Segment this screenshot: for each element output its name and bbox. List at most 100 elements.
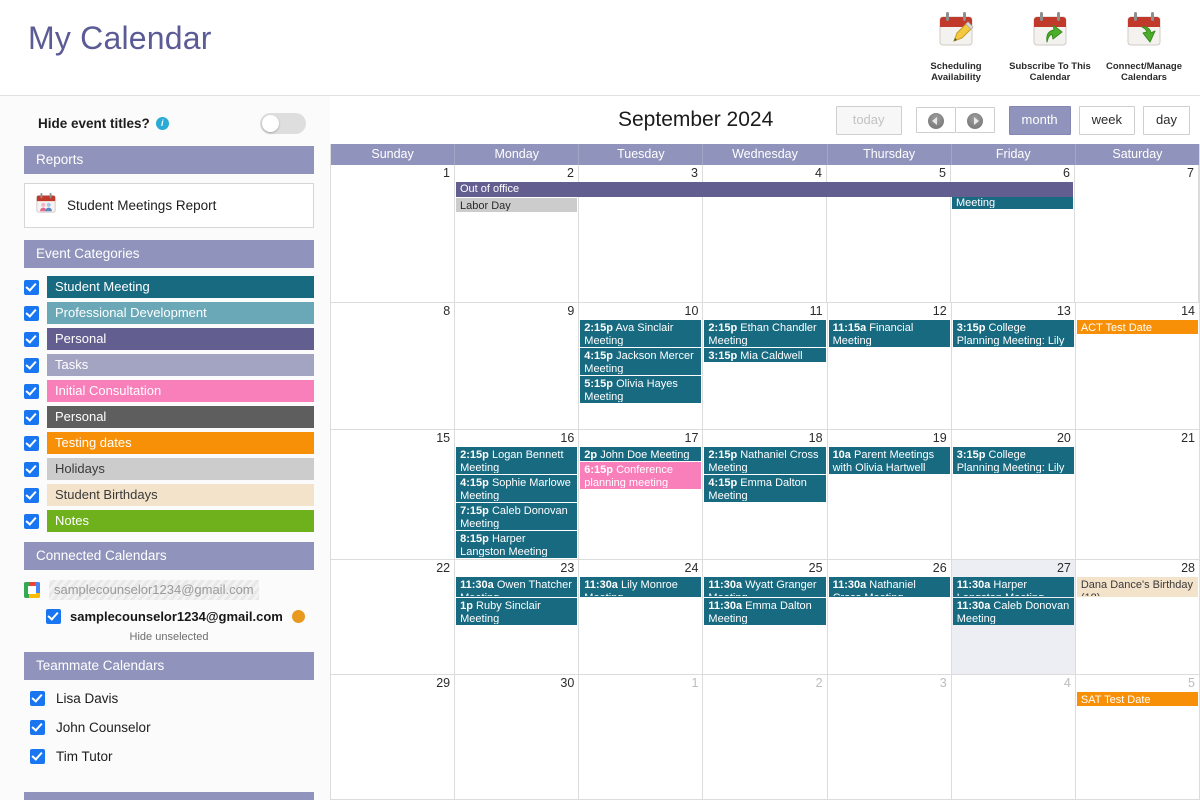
calendar-day-cell[interactable]: 8 — [331, 303, 456, 429]
day-number: 5 — [1188, 676, 1195, 690]
calendar-event[interactable]: 6:15p Conference planning meeting — [580, 462, 702, 489]
calendar-event[interactable]: 3:15p Mia Caldwell — [704, 348, 826, 362]
next-month-button[interactable] — [955, 107, 995, 133]
calendar-day-cell[interactable]: 5 SAT Test Date — [1076, 675, 1199, 799]
calendar-event[interactable]: 8:15p Harper Langston Meeting — [456, 531, 578, 558]
calendar-day-cell[interactable]: 24 11:30a Lily Monroe Meeting — [579, 560, 704, 674]
category-label[interactable]: Student Birthdays — [47, 484, 314, 506]
calendar-event[interactable]: 10a Parent Meetings with Olivia Hartwell — [828, 447, 950, 474]
calendar-event[interactable]: ACT Test Date — [1076, 320, 1198, 334]
teammate-checkbox[interactable] — [30, 720, 45, 735]
category-label[interactable]: Student Meeting — [47, 276, 314, 298]
calendar-event[interactable]: 2:15p Ava Sinclair Meeting — [580, 320, 702, 347]
connected-subcalendar-checkbox[interactable] — [46, 609, 61, 624]
view-button-day[interactable]: day — [1143, 105, 1190, 135]
calendar-event[interactable]: 2:15p Nathaniel Cross Meeting — [704, 447, 826, 474]
calendar-day-cell[interactable]: 19 10a Parent Meetings with Olivia Hartwe… — [828, 430, 952, 559]
category-checkbox[interactable] — [24, 357, 39, 373]
view-button-week[interactable]: week — [1078, 105, 1136, 135]
calendar-day-cell[interactable]: 7 — [1075, 165, 1199, 302]
category-label[interactable]: Testing dates — [47, 432, 314, 454]
calendar-event[interactable]: 3:15p College Planning Meeting: Lily and… — [952, 320, 1074, 347]
hide-unselected-link[interactable]: Hide unselected — [24, 631, 314, 643]
today-button[interactable]: today — [835, 105, 902, 135]
calendar-day-cell[interactable]: 18 2:15p Nathaniel Cross Meeting 4:15p Emm… — [703, 430, 828, 559]
calendar-event[interactable]: Dana Dance's Birthday (18) — [1076, 577, 1198, 597]
category-label[interactable]: Personal — [47, 406, 314, 428]
calendar-day-cell[interactable]: 25 11:30a Wyatt Granger Meeting11:30a Emm… — [703, 560, 828, 674]
calendar-day-cell[interactable]: 4 — [952, 675, 1076, 799]
calendar-day-cell[interactable]: 21 — [1076, 430, 1199, 559]
calendar-event[interactable]: 2:15p Logan Bennett Meeting — [456, 447, 578, 474]
day-number: 2 — [815, 676, 823, 690]
connect-manage-calendars-button[interactable]: Connect/Manage Calendars — [1102, 8, 1186, 83]
calendar-day-cell[interactable]: 16 2:15p Logan Bennett Meeting 4:15p Sophi… — [455, 430, 580, 559]
category-checkbox[interactable] — [24, 383, 39, 399]
calendar-day-cell[interactable]: 22 — [331, 560, 456, 674]
calendar-event[interactable]: 11:30a Wyatt Granger Meeting — [704, 577, 826, 597]
scheduling-availability-button[interactable]: Scheduling Availability — [914, 8, 998, 83]
info-icon[interactable]: i — [155, 116, 169, 130]
prev-month-button[interactable] — [915, 107, 956, 133]
category-checkbox[interactable] — [24, 305, 39, 321]
category-checkbox[interactable] — [24, 487, 39, 503]
calendar-event[interactable]: 1p Ruby Sinclair Meeting — [456, 598, 578, 625]
calendar-event[interactable]: 11:15a Financial Meeting — [828, 320, 950, 347]
calendar-day-cell[interactable]: 10 2:15p Ava Sinclair Meeting 4:15p Jackso… — [579, 303, 704, 429]
calendar-day-cell[interactable]: 1 — [579, 675, 704, 799]
category-label[interactable]: Initial Consultation — [47, 380, 314, 402]
category-checkbox[interactable] — [24, 461, 39, 477]
calendar-event[interactable]: 11:30a Harper Langston Meeting — [952, 577, 1074, 597]
teammate-checkbox[interactable] — [30, 749, 45, 764]
calendar-day-cell[interactable]: 1 — [331, 165, 455, 302]
subscribe-to-calendar-button[interactable]: Subscribe To This Calendar — [1008, 8, 1092, 83]
calendar-day-cell[interactable]: 20 3:15p College Planning Meeting: Lily a… — [952, 430, 1076, 559]
category-checkbox[interactable] — [24, 331, 39, 347]
calendar-event[interactable]: 11:30a Owen Thatcher Meeting — [456, 577, 578, 597]
calendar-day-cell[interactable]: 30 — [455, 675, 580, 799]
category-checkbox[interactable] — [24, 279, 39, 295]
category-label[interactable]: Professional Development — [47, 302, 314, 324]
calendar-event[interactable]: 2p John Doe Meeting — [580, 447, 702, 461]
calendar-day-cell[interactable]: 2311:30a Owen Thatcher Meeting1p Ruby Si… — [455, 560, 580, 674]
calendar-event[interactable]: 4:15p Jackson Mercer Meeting — [580, 348, 702, 375]
hide-event-titles-toggle[interactable] — [260, 112, 306, 134]
category-label[interactable]: Notes — [47, 510, 314, 532]
category-checkbox[interactable] — [24, 409, 39, 425]
teammate-checkbox[interactable] — [30, 691, 45, 706]
category-checkbox[interactable] — [24, 435, 39, 451]
calendar-day-cell[interactable]: 29 — [331, 675, 456, 799]
calendar-event[interactable]: Labor Day — [456, 198, 577, 212]
student-meetings-report-link[interactable]: Student Meetings Report — [24, 183, 314, 228]
calendar-day-cell[interactable]: 13 3:15p College Planning Meeting: Lily a… — [952, 303, 1076, 429]
calendar-event[interactable]: 11:30a Caleb Donovan Meeting — [952, 598, 1074, 625]
calendar-day-cell[interactable]: 2 — [703, 675, 828, 799]
calendar-day-cell[interactable]: 9 — [455, 303, 580, 429]
calendar-event[interactable]: 4:15p Sophie Marlowe Meeting — [456, 475, 578, 502]
calendar-event[interactable]: 2:15p Ethan Chandler Meeting — [704, 320, 826, 347]
calendar-day-cell[interactable]: 27 11:30a Harper Langston Meeting11:30a C… — [951, 560, 1076, 674]
category-checkbox[interactable] — [24, 513, 39, 529]
calendar-spanning-event[interactable]: Out of office — [455, 182, 1073, 197]
calendar-event[interactable]: 4:15p Emma Dalton Meeting — [704, 475, 826, 502]
calendar-day-cell[interactable]: 26 11:30a Nathaniel Cross Meeting — [828, 560, 952, 674]
calendar-day-cell[interactable]: 11 2:15p Ethan Chandler Meeting 3:15p Mia … — [703, 303, 828, 429]
category-label[interactable]: Personal — [47, 328, 314, 350]
view-button-month[interactable]: month — [1008, 105, 1071, 135]
calendar-day-cell[interactable]: 28 Dana Dance's Birthday (18) — [1076, 560, 1199, 674]
category-label[interactable]: Tasks — [47, 354, 314, 376]
calendar-day-cell[interactable]: 15 — [331, 430, 456, 559]
connected-subcalendar-row[interactable]: samplecounselor1234@gmail.com — [24, 609, 314, 624]
calendar-event[interactable]: 5:15p Olivia Hayes Meeting — [580, 376, 702, 403]
calendar-day-cell[interactable]: 12 11:15a Financial Meeting — [828, 303, 952, 429]
calendar-day-cell[interactable]: 17 2p John Doe Meeting 6:15p Conference pl… — [579, 430, 704, 559]
calendar-event[interactable]: 11:30a Emma Dalton Meeting — [704, 598, 826, 625]
calendar-event[interactable]: 11:30a Nathaniel Cross Meeting — [828, 577, 950, 597]
calendar-day-cell[interactable]: 3 — [828, 675, 952, 799]
calendar-event[interactable]: 11:30a Lily Monroe Meeting — [580, 577, 702, 597]
calendar-event[interactable]: SAT Test Date — [1076, 692, 1198, 706]
calendar-event[interactable]: 3:15p College Planning Meeting: Lily and… — [952, 447, 1074, 474]
calendar-event[interactable]: 7:15p Caleb Donovan Meeting — [456, 503, 578, 530]
category-label[interactable]: Holidays — [47, 458, 314, 480]
calendar-day-cell[interactable]: 14 ACT Test Date — [1076, 303, 1199, 429]
